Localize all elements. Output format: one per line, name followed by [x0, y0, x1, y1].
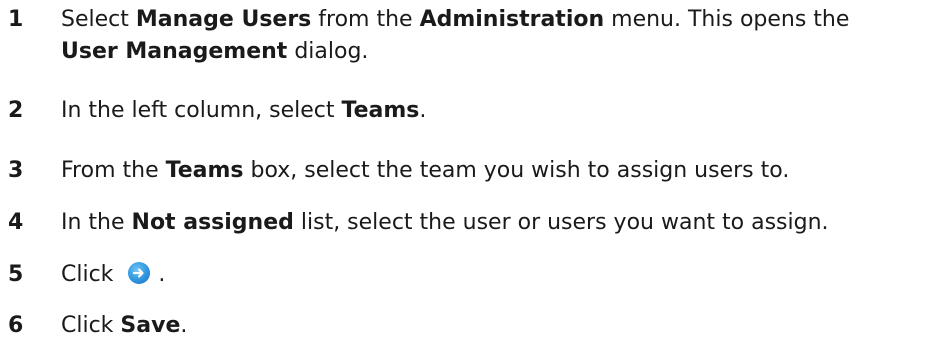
text-run: from the	[311, 7, 420, 32]
text-run: From the	[61, 158, 166, 183]
step-number: 4	[8, 210, 24, 235]
ui-term: Not assigned	[131, 210, 294, 235]
text-run: dialog.	[287, 39, 369, 64]
step-number: 1	[8, 7, 24, 32]
text-run: In the	[61, 210, 132, 235]
step-number: 6	[8, 313, 24, 338]
text-line: User Management dialog.	[61, 36, 923, 68]
text-run: .	[158, 262, 166, 287]
step-text: In the Not assigned list, select the use…	[61, 207, 923, 239]
text-run: box, select the team you wish to assign …	[243, 158, 790, 183]
ui-term: Teams	[165, 158, 244, 183]
step-number: 2	[8, 98, 24, 123]
assign-arrow-icon	[128, 262, 151, 284]
step-text: In the left column, select Teams.	[61, 95, 923, 127]
ui-term: User Management	[61, 39, 288, 64]
ui-term: Teams	[341, 98, 420, 123]
text-run: Select	[61, 7, 136, 32]
text-run: .	[419, 98, 427, 123]
ui-term: Save	[120, 313, 181, 338]
text-run: list, select the user or users you want …	[293, 210, 829, 235]
step-text: Click .	[61, 259, 923, 291]
step-text: Click Save.	[61, 310, 923, 342]
step-text: Select Manage Users from the Administrat…	[61, 4, 923, 68]
ui-term: Manage Users	[135, 7, 312, 32]
text-run: Click	[61, 313, 121, 338]
text-run: In the left column, select	[61, 98, 342, 123]
step-number: 3	[8, 158, 24, 183]
text-run: .	[180, 313, 188, 338]
text-run: Click	[61, 262, 121, 287]
step-number: 5	[8, 262, 24, 287]
ui-term: Administration	[419, 7, 605, 32]
text-run: menu. This opens the	[604, 7, 850, 32]
step-text: From the Teams box, select the team you …	[61, 155, 923, 187]
